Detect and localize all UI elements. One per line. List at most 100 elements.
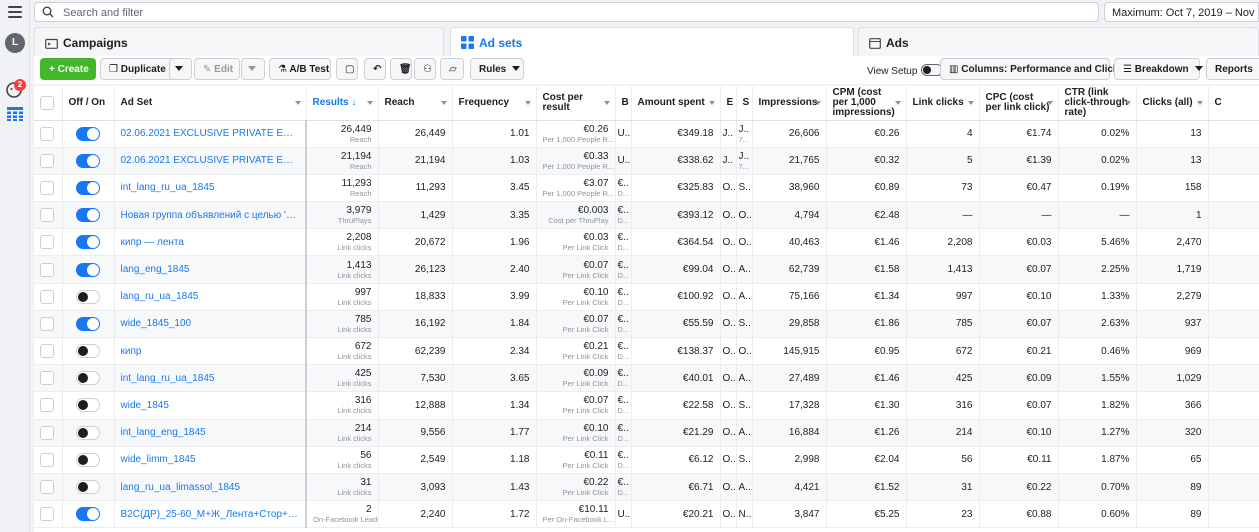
row-checkbox[interactable]	[40, 480, 54, 495]
table-row[interactable]: wide_1845_100 785 Link clicks 16,192 1.84 €0.…	[34, 310, 1259, 339]
ad-set-toggle[interactable]	[76, 398, 100, 413]
duplicate-dropdown[interactable]	[169, 58, 192, 80]
row-checkbox[interactable]	[40, 398, 54, 413]
avatar[interactable]: L	[5, 33, 25, 53]
menu-icon[interactable]	[8, 6, 22, 18]
ad-set-name-link[interactable]: B2C(ДР)_25-60_М+Ж_Лента+Стор+Рилс	[114, 500, 307, 529]
col-clicks-all[interactable]: Clicks (all)	[1136, 86, 1209, 121]
breakdown-button[interactable]: ☰ Breakdown	[1114, 58, 1203, 80]
ad-set-name-link[interactable]: wide_limm_1845	[114, 446, 307, 474]
table-row[interactable]: B2C(ДР)_25-60_М+Ж_Лента+Стор+Рилс 2 On-Fac…	[34, 500, 1259, 529]
ad-set-toggle[interactable]	[76, 208, 100, 223]
row-checkbox[interactable]	[40, 289, 54, 304]
col-cost-per-result[interactable]: Cost per result	[536, 86, 616, 121]
table-row[interactable]: 02.06.2021 EXCLUSIVE PRIVATE EVENTS Ж...…	[34, 147, 1259, 175]
table-row[interactable]: lang_eng_1845 1,413 Link clicks 26,123 2.40 €…	[34, 255, 1259, 284]
ad-set-toggle[interactable]	[76, 480, 100, 495]
notifications-icon[interactable]: 2	[5, 79, 26, 100]
col-ad-set[interactable]: Ad Set	[114, 86, 307, 121]
table-row[interactable]: int_lang_ru_ua_1845 425 Link clicks 7,530 3.…	[34, 364, 1259, 393]
col-impressions[interactable]: Impressions	[752, 86, 827, 121]
row-checkbox[interactable]	[40, 344, 54, 359]
row-checkbox[interactable]	[40, 153, 54, 168]
table-row[interactable]: wide_1845 316 Link clicks 12,888 1.34 €0.07 Pe…	[34, 391, 1259, 420]
ad-set-name-link[interactable]: Новая группа объявлений с целью 'Просмо.…	[114, 201, 307, 230]
view-setup-toggle[interactable]: View Setup	[867, 64, 944, 77]
table-row[interactable]: lang_ru_ua_limassol_1845 31 Link clicks 3,0…	[34, 473, 1259, 502]
row-checkbox[interactable]	[40, 235, 54, 250]
col-cpc[interactable]: CPC (cost per link click)	[979, 86, 1059, 121]
table-row[interactable]: wide_limm_1845 56 Link clicks 2,549 1.18 €0.1…	[34, 446, 1259, 474]
ad-set-name-link[interactable]: lang_ru_ua_1845	[114, 283, 307, 311]
ad-set-toggle[interactable]	[76, 452, 100, 467]
table-row[interactable]: кипр — лента 2,208 Link clicks 20,672 1.96 €0…	[34, 228, 1259, 257]
create-button[interactable]: + Create	[40, 58, 96, 80]
ad-set-toggle[interactable]	[76, 507, 100, 522]
table-row[interactable]: lang_ru_ua_1845 997 Link clicks 18,833 3.99 €…	[34, 283, 1259, 311]
columns-button[interactable]: ▥ Columns: Performance and Clicks	[940, 58, 1139, 80]
undo-button[interactable]: ↶	[364, 58, 386, 80]
ad-set-name-link[interactable]: int_lang_eng_1845	[114, 419, 307, 447]
date-range-picker[interactable]: Maximum: Oct 7, 2019 – Nov 7, 2022	[1104, 2, 1259, 22]
ad-set-toggle[interactable]	[76, 316, 100, 331]
ad-set-name-link[interactable]: wide_1845	[114, 391, 307, 420]
ad-set-toggle[interactable]	[76, 289, 100, 304]
col-c[interactable]: C	[1208, 86, 1259, 121]
row-checkbox[interactable]	[40, 316, 54, 331]
col-cpm[interactable]: CPM (cost per 1,000 impressions)	[826, 86, 907, 121]
col-reach[interactable]: Reach	[378, 86, 453, 121]
table-row[interactable]: кипр 672 Link clicks 62,239 2.34 €0.21 Per Lin…	[34, 337, 1259, 366]
table-row[interactable]: int_lang_eng_1845 214 Link clicks 9,556 1.77…	[34, 419, 1259, 447]
search-filter-bar[interactable]: Search and filter	[34, 2, 1099, 22]
ad-set-name-link[interactable]: int_lang_ru_ua_1845	[114, 364, 307, 393]
ab-test-button[interactable]: ⚗ A/B Test	[269, 58, 331, 80]
ad-set-name-link[interactable]: кипр	[114, 337, 307, 366]
row-checkbox[interactable]	[40, 262, 54, 277]
col-b[interactable]: B	[615, 86, 632, 121]
col-results[interactable]: Results ↓	[306, 86, 379, 121]
col-e[interactable]: E	[720, 86, 737, 121]
ad-set-toggle[interactable]	[76, 153, 100, 168]
ads-manager-table-icon[interactable]	[7, 107, 23, 121]
table-row[interactable]: Новая группа объявлений с целью 'Просмо.…	[34, 201, 1259, 230]
ad-set-name-link[interactable]: lang_eng_1845	[114, 255, 307, 284]
col-link-clicks[interactable]: Link clicks	[906, 86, 980, 121]
col-amount-spent[interactable]: Amount spent	[631, 86, 721, 121]
table-row[interactable]: int_lang_ru_ua_1845 11,293 Reach 11,293 3.45…	[34, 174, 1259, 203]
select-all-checkbox[interactable]	[40, 95, 54, 110]
archive-button[interactable]: ▢	[336, 58, 358, 80]
ad-set-name-link[interactable]: int_lang_ru_ua_1845	[114, 174, 307, 203]
row-checkbox[interactable]	[40, 126, 54, 141]
rules-button[interactable]: Rules	[470, 58, 524, 80]
col-ctr[interactable]: CTR (link click-through rate)	[1058, 86, 1137, 121]
edit-button[interactable]: ✎ Edit	[194, 58, 240, 80]
delete-button[interactable]: 🗑	[390, 58, 412, 80]
col-s[interactable]: S	[736, 86, 753, 121]
ad-set-name-link[interactable]: lang_ru_ua_limassol_1845	[114, 473, 307, 502]
ad-set-name-link[interactable]: 02.06.2021 EXCLUSIVE PRIVATE EVENTS Ж...	[114, 120, 307, 148]
col-off-on[interactable]: Off / On	[62, 86, 115, 121]
tab-campaigns[interactable]: Campaigns	[34, 27, 444, 56]
ad-set-name-link[interactable]: кипр — лента	[114, 228, 307, 257]
row-checkbox[interactable]	[40, 452, 54, 467]
ad-set-name-link[interactable]: 02.06.2021 EXCLUSIVE PRIVATE EVENTS Ж...	[114, 147, 307, 175]
ad-set-toggle[interactable]	[76, 126, 100, 141]
ad-set-toggle[interactable]	[76, 235, 100, 250]
audience-button[interactable]: ⚇	[414, 58, 436, 80]
ad-set-toggle[interactable]	[76, 262, 100, 277]
row-checkbox[interactable]	[40, 208, 54, 223]
ad-set-toggle[interactable]	[76, 344, 100, 359]
ad-set-toggle[interactable]	[76, 371, 100, 386]
ad-set-toggle[interactable]	[76, 180, 100, 195]
ad-set-toggle[interactable]	[76, 425, 100, 440]
row-checkbox[interactable]	[40, 507, 54, 522]
comment-button[interactable]: ▱	[440, 58, 464, 80]
col-frequency[interactable]: Frequency	[452, 86, 537, 121]
reports-button[interactable]: Reports	[1206, 58, 1259, 80]
row-checkbox[interactable]	[40, 371, 54, 386]
tab-ads[interactable]: Ads	[858, 27, 1259, 56]
edit-dropdown[interactable]	[241, 58, 265, 80]
ad-set-name-link[interactable]: wide_1845_100	[114, 310, 307, 339]
table-row[interactable]: 02.06.2021 EXCLUSIVE PRIVATE EVENTS Ж...…	[34, 120, 1259, 148]
row-checkbox[interactable]	[40, 180, 54, 195]
